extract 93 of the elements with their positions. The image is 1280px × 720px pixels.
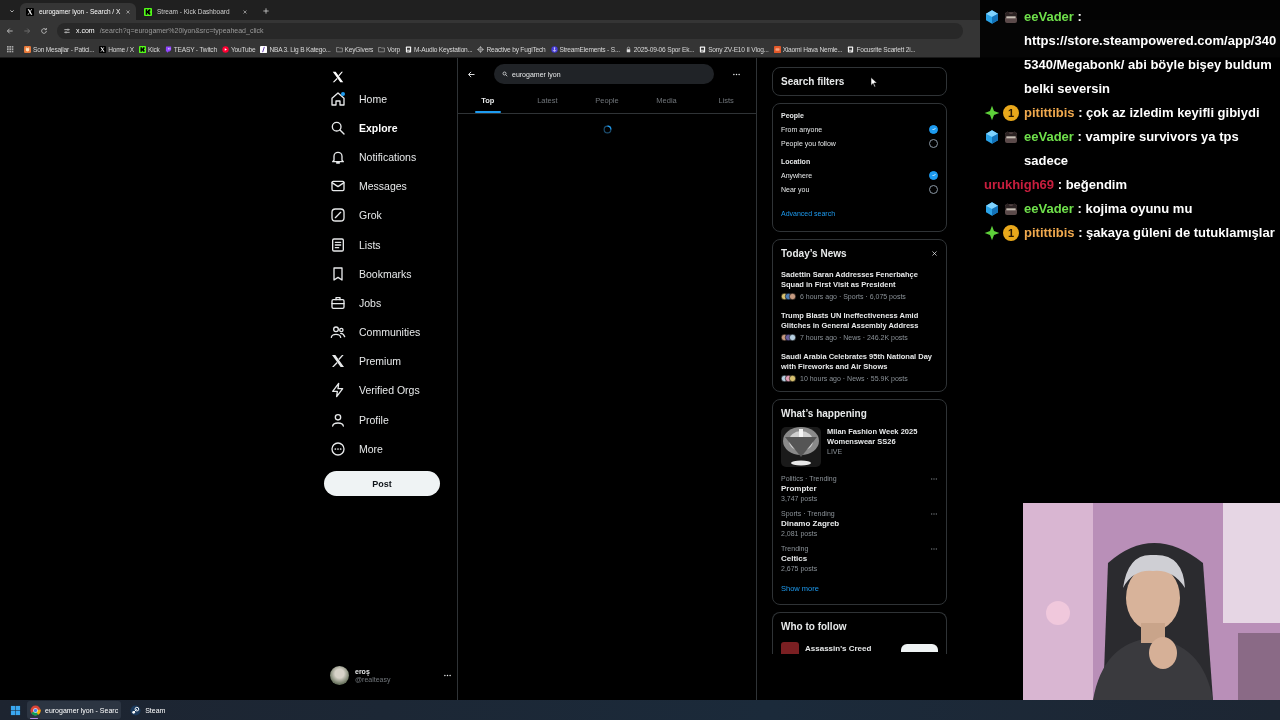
lock-icon [624,45,632,53]
document-icon [405,45,412,53]
kick-logo-icon [139,45,147,53]
radio-button[interactable] [929,124,938,134]
card-title: Search filters [781,76,845,87]
anchor-icon [550,45,558,53]
chevron-down-icon [8,7,16,15]
check-icon [930,172,937,178]
sparkle-icon [984,225,1000,241]
x-logo-icon [26,7,34,16]
more-dots-icon [930,510,938,518]
chat-message: urukhigh69 : beğendim [984,176,1129,194]
x-logo-icon [331,70,345,84]
briefcase-icon [330,294,346,311]
avatar-stack-icon [781,293,796,300]
sliders-icon [63,26,71,35]
close-icon [931,250,938,257]
slash-icon [260,45,268,53]
lightning-icon [330,382,346,399]
trend-name[interactable]: Celtics [781,554,818,563]
card-title: What’s happening [781,408,867,419]
chat-bubble-icon [164,45,172,53]
folder-icon [378,45,386,53]
nav-link[interactable]: Profile [324,405,389,435]
list-icon [330,236,346,253]
forward-arrow-icon [23,26,31,35]
x-logo-icon [330,353,346,370]
nav-link[interactable]: Home [324,84,387,114]
cursor-icon [870,77,878,88]
plus-icon [262,7,270,15]
nav-link[interactable]: Premium [324,346,401,376]
more-dots-icon [930,545,938,553]
card-title: Today’s News [781,248,847,259]
start-icon [10,704,21,716]
chat-message: eeVader : kojima oyunu mu [1024,200,1194,218]
close-icon [125,8,132,15]
avatar-stack-icon [781,375,796,382]
search-icon [330,119,346,136]
chat-message: eeVader : vampire survivors ya tps sadece [1024,128,1240,170]
search-icon [502,71,508,77]
play-icon [221,45,229,53]
cube-icon [984,201,1000,217]
back-arrow-icon [467,69,476,79]
nav-link[interactable]: Jobs [324,288,382,318]
tier-badge: 1 [1003,105,1019,121]
trend-name[interactable]: Prompter [781,484,837,493]
browser-icon [30,704,41,716]
house-icon [330,90,346,107]
post-button[interactable]: Post [324,471,440,497]
reload-icon [40,26,48,35]
card-title: Who to follow [781,621,847,632]
cube-icon [984,9,1000,25]
nav-link[interactable]: Verified Orgs [324,375,420,406]
bookmark-icon [330,265,346,282]
chat-message: eeVader : https://store.steampowered.com/app/3405340/Megabonk/ abi böyle bişey buldum belki seversin [1024,8,1278,98]
radio-button[interactable] [929,170,938,180]
nav-link[interactable]: More [324,434,383,464]
document-icon [699,45,707,53]
nav-link[interactable]: Lists [324,229,381,260]
nav-link[interactable]: Messages [324,171,407,201]
avatar [330,666,349,685]
nav-link[interactable]: Explore [324,113,398,143]
apps-grid-icon [6,45,14,53]
trend-name[interactable]: Dinamo Zagreb [781,519,840,528]
x-logo-icon [99,45,107,53]
more-icon [330,440,346,457]
person-icon [330,411,346,428]
follow-button[interactable] [901,644,938,652]
nav-link[interactable]: Grok [324,200,382,230]
cube-icon [984,129,1000,145]
nav-link[interactable]: Communities [324,317,421,347]
sparkle-icon [984,105,1000,121]
steam-icon [130,704,142,716]
kick-logo-icon [144,7,152,16]
account-name: Assassin's Creed [805,643,873,653]
people-icon [330,324,346,341]
avatar [781,642,799,654]
close-icon [242,8,248,15]
back-arrow-icon [6,26,14,35]
more-dots-icon [930,475,938,483]
tier-badge: 1 [1003,225,1019,241]
nav-link[interactable]: Bookmarks [324,259,412,289]
nav-link[interactable]: Notifications [324,142,417,172]
cat-icon [24,45,31,53]
chat-message: pitittibis : çok az izledim keyifli gibiydi [1024,104,1261,122]
chat-message: pitittibis : şakaya güleni de tutuklamışlar [1024,224,1276,242]
app-tile-icon [773,45,781,53]
gear-icon [477,45,485,53]
document-icon [847,45,855,53]
avatar-stack-icon [781,334,796,341]
check-icon [930,126,937,132]
folder-icon [335,45,343,53]
slash-square-icon [330,207,346,224]
